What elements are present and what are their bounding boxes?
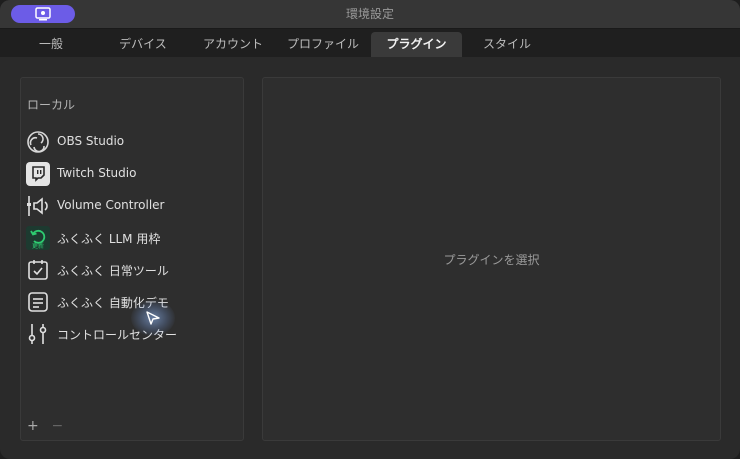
tab-account[interactable]: アカウント [190,32,276,57]
plugin-item-obs-studio[interactable]: OBS Studio [26,129,236,155]
tab-style[interactable]: スタイル [464,32,550,57]
empty-state-text: プラグインを選択 [443,253,540,267]
plugin-item-twitch-studio[interactable]: Twitch Studio [26,161,236,187]
tab-bar: 一般 デバイス アカウント プロファイル プラグイン スタイル [0,29,740,57]
obs-icon [27,131,49,153]
plugin-label: Volume Controller [57,198,165,212]
preferences-window: 環境設定 一般 デバイス アカウント プロファイル プラグイン スタイル ローカ… [0,0,740,459]
window-title: 環境設定 [345,7,394,21]
plugin-label: ふくふく 日常ツール [57,264,169,278]
plugin-label: OBS Studio [57,134,125,148]
list-actions: + − [27,418,71,434]
plugin-item-llm-slot[interactable]: 更新 ふくふく LLM 用枠 [26,225,236,251]
plugin-label: Twitch Studio [57,166,137,180]
twitch-icon [26,162,50,186]
calendar-check-icon [28,260,48,280]
plugin-label: ふくふく LLM 用枠 [57,232,161,246]
remove-plugin-button[interactable]: − [51,418,71,434]
plugin-list-panel: ローカル OBS Studio Twitch Studio Volume Con… [20,77,244,441]
document-icon [28,292,48,312]
svg-text:更新: 更新 [32,242,44,250]
tab-devices[interactable]: デバイス [100,32,186,57]
tab-general[interactable]: 一般 [10,32,92,57]
mouse-cursor-icon [146,311,160,325]
tab-profile[interactable]: プロファイル [280,32,366,57]
plugin-item-volume-controller[interactable]: Volume Controller [26,193,236,219]
sliders-icon [28,324,47,344]
plugin-item-control-center[interactable]: コントロールセンター [26,321,236,347]
plugin-detail-panel: プラグインを選択 [262,77,721,441]
plugin-item-daily-tools[interactable]: ふくふく 日常ツール [26,257,236,283]
volume-controller-icon [27,196,48,216]
title-bar: 環境設定 [0,0,740,29]
plugin-item-automation-demo[interactable]: ふくふく 自動化デモ [26,289,236,315]
add-plugin-button[interactable]: + [27,418,47,434]
update-icon: 更新 [26,226,50,250]
section-header-local: ローカル [27,98,76,112]
tab-plugins[interactable]: プラグイン [371,32,462,57]
